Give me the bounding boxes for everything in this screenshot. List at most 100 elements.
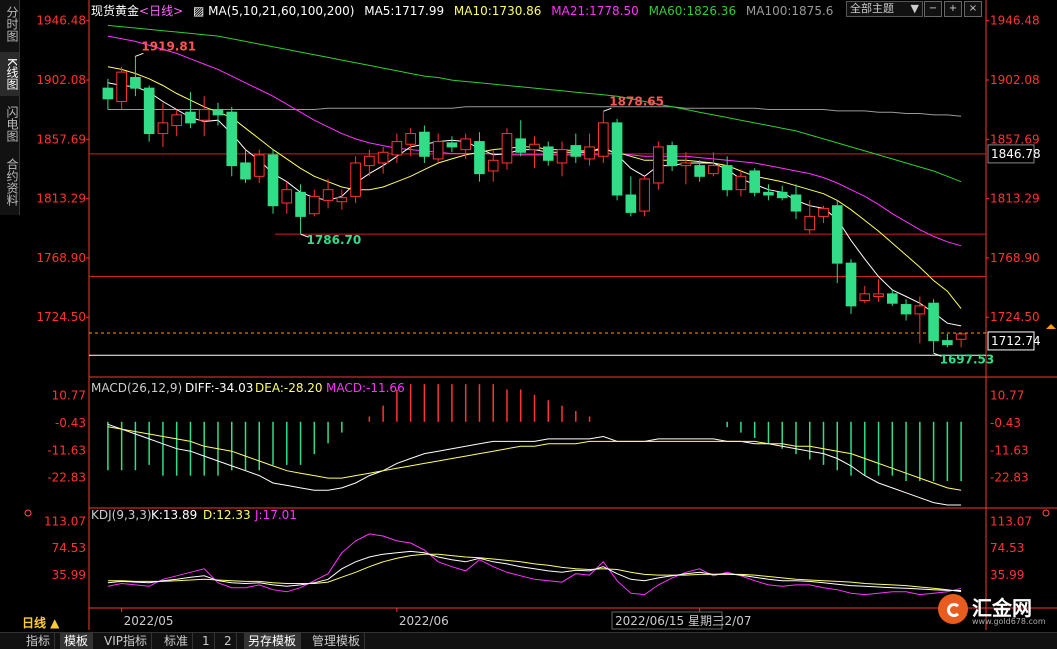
macd-label-left: 10.77 xyxy=(52,388,86,402)
candle xyxy=(487,159,499,172)
tab-standard[interactable]: 标准 xyxy=(160,633,194,649)
ma60-value: MA60:1826.36 xyxy=(648,4,737,18)
price-up-arrow-icon xyxy=(1046,323,1056,329)
candle xyxy=(281,189,293,204)
chart-canvas[interactable]: 1946.48 1946.48 1902.08 1902.08 1857.69 1857.… xyxy=(0,0,1057,648)
tab-indicators[interactable]: 指标 xyxy=(22,633,56,649)
annotation-label: 1919.81 xyxy=(141,39,196,53)
candle xyxy=(336,197,348,203)
candle xyxy=(377,151,389,164)
date-label: 2022/05 xyxy=(124,614,174,628)
price-label-left: 1857.69 xyxy=(36,132,86,146)
candle xyxy=(350,162,361,197)
tab-template-1[interactable]: 1 xyxy=(198,633,215,649)
macd-label-left: -22.83 xyxy=(47,471,86,485)
cursor-date-label: 2022/06/15 星期三 xyxy=(615,614,724,628)
period-label[interactable]: 日线 ▲ xyxy=(22,614,59,631)
candle xyxy=(900,304,912,315)
candle xyxy=(570,145,582,157)
macd-label-right: -22.83 xyxy=(990,471,1029,485)
candle xyxy=(515,138,527,153)
candle xyxy=(529,143,540,151)
settings-dot-icon xyxy=(24,509,32,517)
theme-select-value: 全部主题 xyxy=(850,2,894,15)
kdj-d: D:12.33 xyxy=(203,508,251,522)
candle xyxy=(804,215,816,231)
tab-templates[interactable]: 模板 xyxy=(60,633,94,649)
annotation-pointer xyxy=(603,107,612,112)
tab-contract-info[interactable]: 合约资料 xyxy=(0,152,19,212)
manage-templates-button[interactable]: 管理模板 xyxy=(308,633,366,649)
tab-timeshare[interactable]: 分时图 xyxy=(0,2,19,46)
kdj-j: J:17.01 xyxy=(254,508,297,522)
chevron-down-icon: ▼ xyxy=(910,2,919,15)
kdj-d-line xyxy=(107,553,962,593)
zoom-out-button[interactable]: − xyxy=(924,1,942,17)
candle xyxy=(597,122,609,157)
annotation-label: 1697.53 xyxy=(940,352,995,366)
candle xyxy=(267,154,279,207)
macd-dea: DEA:-28.20 xyxy=(255,381,323,395)
price-label-right: 1946.48 xyxy=(990,14,1040,28)
macd-label-right: 10.77 xyxy=(990,388,1024,402)
price-label-right: 1768.90 xyxy=(990,251,1040,265)
candle xyxy=(790,194,802,212)
candle xyxy=(171,114,183,127)
candle xyxy=(253,154,265,177)
price-label-left: 1813.29 xyxy=(36,192,86,206)
date-label: 2022/06 xyxy=(399,614,449,628)
tab-flash-chart[interactable]: 闪电图 xyxy=(0,102,19,146)
candle xyxy=(694,165,705,177)
kdj-label-left: 35.99 xyxy=(52,568,86,582)
candle xyxy=(708,165,719,175)
price-label-left: 1724.50 xyxy=(36,310,86,324)
candle xyxy=(364,155,375,167)
period-link[interactable]: <日线> xyxy=(139,4,183,18)
candle xyxy=(143,87,155,135)
kdj-label-left: 113.07 xyxy=(44,514,86,528)
save-template-button[interactable]: 另存模板 xyxy=(244,633,302,649)
price-label-right: 1724.50 xyxy=(990,310,1040,324)
macd-value: MACD:-11.66 xyxy=(326,381,405,395)
macd-diff-line xyxy=(107,423,962,506)
candle xyxy=(116,71,127,103)
candle xyxy=(859,293,871,302)
price-label-left: 1946.48 xyxy=(36,14,86,28)
logo-icon xyxy=(938,594,968,624)
candle xyxy=(928,302,939,342)
candle xyxy=(405,133,416,145)
tab-template-2[interactable]: 2 xyxy=(220,633,237,649)
candle xyxy=(198,109,210,121)
candle xyxy=(914,305,926,315)
price-label-right: 1902.08 xyxy=(990,73,1040,87)
tab-vip-indicators[interactable]: VIP指标 xyxy=(100,633,152,649)
candle xyxy=(295,191,306,217)
kdj-label-right: 74.53 xyxy=(990,541,1024,555)
candle xyxy=(955,333,967,340)
candle xyxy=(102,87,114,100)
candle xyxy=(308,195,320,215)
close-button[interactable]: × xyxy=(964,1,982,17)
kdj-title: KDJ(9,3,3) xyxy=(91,508,152,522)
candle xyxy=(446,142,458,148)
price-label-right: 1813.29 xyxy=(990,192,1040,206)
last-price-label: 1712.74 xyxy=(991,334,1041,348)
macd-label-right: -0.43 xyxy=(990,416,1021,430)
current-value-label: 1846.78 xyxy=(991,147,1041,161)
annotation-label: 1786.70 xyxy=(307,233,362,247)
zoom-in-button[interactable]: + xyxy=(944,1,962,17)
settings-dot-icon xyxy=(1042,509,1050,517)
tab-kline[interactable]: K线图 xyxy=(0,52,19,96)
candle xyxy=(735,175,747,191)
theme-select[interactable]: 全部主题 ▼ xyxy=(846,1,923,17)
candle xyxy=(419,131,430,157)
ma10-line xyxy=(107,66,962,309)
logo-url: www.gold678.com xyxy=(972,617,1046,626)
annotation-pointer xyxy=(135,52,144,57)
candle xyxy=(639,178,650,212)
kdj-label-right: 35.99 xyxy=(990,568,1024,582)
annotation-label: 1878.65 xyxy=(609,94,664,108)
candle xyxy=(432,141,444,160)
macd-label-right: -11.63 xyxy=(990,443,1029,457)
candle xyxy=(157,122,169,135)
